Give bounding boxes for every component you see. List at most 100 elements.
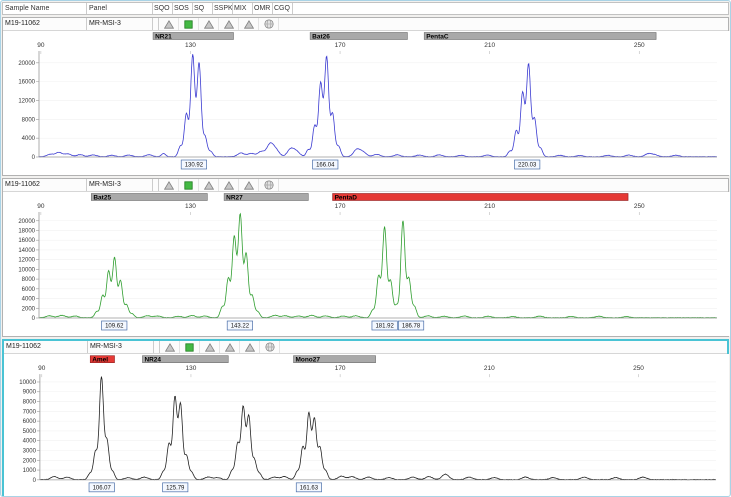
peak-size-label: 130.92 (185, 163, 204, 169)
column-header-cgq: CGQ (273, 3, 293, 14)
y-axis-tick-label: 2000 (23, 458, 37, 464)
x-axis-tick-label: 130 (185, 203, 196, 210)
column-header-sos: SOS (173, 3, 193, 14)
electropherogram-chart-2[interactable]: 0200040006000800010000120001400016000180… (3, 192, 730, 336)
marker-bar-PentaC[interactable] (424, 33, 656, 40)
peak-size-label: 109.62 (105, 324, 124, 330)
y-axis-tick-label: 8000 (22, 277, 36, 283)
flag-triangle-icon[interactable] (200, 341, 220, 353)
marker-label: NR27 (226, 194, 243, 201)
flag-green-square-icon[interactable] (179, 179, 199, 191)
sample-name[interactable]: M19-11062 (4, 341, 88, 353)
electropherogram-chart-3[interactable]: 0 1000 2000 3000 4000 5000 6000 7000 8000 9000 100… (4, 354, 729, 497)
x-axis-tick-label: 210 (484, 42, 495, 49)
y-axis-tick-label: 9000 (23, 390, 37, 396)
quality-flag-icons (160, 341, 280, 353)
y-axis-tick-label: 20000 (18, 219, 35, 225)
y-axis-tick-label: 8000 (23, 400, 37, 406)
x-axis-tick-label: 250 (634, 203, 645, 210)
marker-bar-PentaD[interactable] (333, 194, 628, 201)
panel-name[interactable]: MR-MSI-3 (87, 18, 153, 30)
flag-triangle-icon[interactable] (240, 341, 260, 353)
flag-triangle-icon[interactable] (239, 179, 259, 191)
y-axis-tick-label: 16000 (18, 80, 35, 86)
panel-name[interactable]: MR-MSI-3 (87, 179, 153, 191)
y-axis-tick-label: 14000 (18, 248, 35, 254)
column-header-panel: Panel (87, 3, 153, 14)
x-axis-tick-label: 90 (38, 365, 46, 372)
fragment-analysis-window: Sample Name Panel SQO SOS SQ SSPK MIX OM… (0, 0, 731, 497)
peak-size-label: 220.03 (518, 163, 537, 169)
x-axis-tick-label: 130 (186, 365, 197, 372)
x-axis-tick-label: 130 (185, 42, 196, 49)
flag-triangle-icon[interactable] (159, 18, 179, 30)
x-axis-tick-label: 170 (335, 365, 346, 372)
flag-triangle-icon[interactable] (159, 179, 179, 191)
flag-green-square-icon[interactable] (180, 341, 200, 353)
flag-triangle-icon[interactable] (199, 179, 219, 191)
peak-size-label: 161.63 (300, 485, 319, 491)
marker-label: Amel (92, 357, 108, 364)
column-header-sample-name: Sample Name (3, 3, 87, 14)
sample-name[interactable]: M19-11062 (3, 179, 87, 191)
marker-label: Bat25 (93, 194, 111, 201)
peak-size-label: 166.04 (316, 163, 335, 169)
marker-label: NR24 (144, 357, 161, 364)
flag-triangle-icon[interactable] (239, 18, 259, 30)
sample-name[interactable]: M19-11062 (3, 18, 87, 30)
marker-label: Bat26 (312, 33, 330, 40)
panel-name[interactable]: MR-MSI-3 (88, 341, 154, 353)
sample-info-row: M19-11062 MR-MSI-3 (4, 341, 727, 354)
y-axis-tick-label: 0 (32, 316, 36, 322)
marker-label: PentaD (335, 194, 358, 201)
quality-flag-icons (159, 18, 279, 30)
y-axis-tick-label: 10000 (18, 267, 35, 273)
y-axis-tick-label: 0 (33, 478, 37, 484)
sample-info-row: M19-11062 MR-MSI-3 (3, 18, 728, 31)
y-axis-tick-label: 8000 (22, 117, 36, 123)
flag-globe-icon[interactable] (260, 341, 280, 353)
y-axis-tick-label: 0 (32, 155, 36, 161)
sample-info-row: M19-11062 MR-MSI-3 (3, 179, 728, 192)
y-axis-tick-label: 4000 (23, 439, 37, 445)
flag-globe-icon[interactable] (259, 18, 279, 30)
flag-triangle-icon[interactable] (219, 18, 239, 30)
y-axis-tick-label: 4000 (22, 297, 36, 303)
flag-globe-icon[interactable] (259, 179, 279, 191)
column-header-sq: SQ (193, 3, 213, 14)
peak-size-label: 125.79 (166, 485, 185, 491)
flag-triangle-icon[interactable] (220, 341, 240, 353)
y-axis-tick-label: 12000 (18, 258, 35, 264)
quality-flag-icons (159, 179, 279, 191)
y-axis-tick-label: 20000 (18, 61, 35, 67)
column-header-sqo: SQO (153, 3, 173, 14)
y-axis-tick-label: 10000 (19, 380, 36, 386)
flag-triangle-icon[interactable] (199, 18, 219, 30)
row-spacer (280, 341, 727, 353)
y-axis-tick-label: 1000 (23, 468, 37, 474)
column-header-sspk: SSPK (213, 3, 233, 14)
column-header-row: Sample Name Panel SQO SOS SQ SSPK MIX OM… (2, 2, 729, 15)
column-header-mix: MIX (233, 3, 253, 14)
y-axis-tick-label: 3000 (23, 448, 37, 454)
y-axis-tick-label: 12000 (18, 98, 35, 104)
x-axis-tick-label: 90 (37, 42, 45, 49)
y-axis-tick-label: 4000 (22, 136, 36, 142)
flag-triangle-icon[interactable] (219, 179, 239, 191)
sample-panel-2[interactable]: M19-11062 MR-MSI-3 020004000600080001000… (2, 178, 729, 337)
y-axis-tick-label: 6000 (23, 419, 37, 425)
electropherogram-trace (39, 54, 717, 157)
marker-label: Mono27 (296, 357, 321, 364)
sample-panel-3[interactable]: M19-11062 MR-MSI-3 0 1000 2000 3000 4000 5000… (2, 339, 729, 497)
y-axis-tick-label: 7000 (23, 409, 37, 415)
sample-panel-1[interactable]: M19-11062 MR-MSI-3 0 4000 8000 12000 16000 20… (2, 17, 729, 176)
marker-label: NR21 (155, 33, 172, 40)
electropherogram-chart-1[interactable]: 04000800012000160002000090130170210250NR… (3, 31, 730, 175)
y-axis-tick-label: 5000 (23, 429, 37, 435)
y-axis-tick-label: 16000 (18, 238, 35, 244)
flag-triangle-icon[interactable] (160, 341, 180, 353)
row-spacer (279, 179, 728, 191)
y-axis-tick-label: 18000 (18, 228, 35, 234)
flag-green-square-icon[interactable] (179, 18, 199, 30)
x-axis-tick-label: 210 (484, 203, 495, 210)
